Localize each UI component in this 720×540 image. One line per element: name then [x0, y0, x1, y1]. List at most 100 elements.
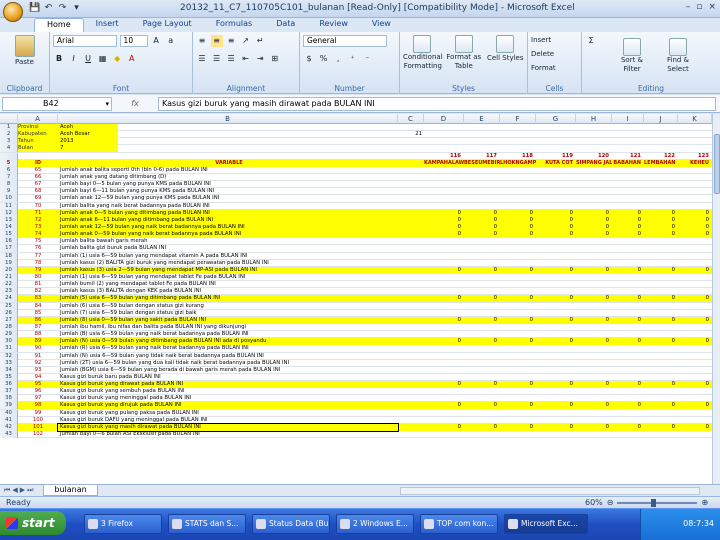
font-name-combo[interactable]: Arial [53, 35, 117, 47]
row-value[interactable] [576, 353, 612, 360]
row-variable[interactable]: Kasus gizi buruk yang pulang paksa pada … [58, 410, 398, 417]
row-value[interactable] [678, 310, 712, 317]
task-windows-explorer[interactable]: 2 Windows E... [336, 514, 414, 534]
row-number[interactable]: 28 [0, 323, 18, 331]
row-id[interactable]: 81 [18, 281, 58, 288]
info-label[interactable]: Tahun [18, 138, 58, 146]
row-value[interactable] [536, 181, 576, 188]
row-value[interactable] [576, 203, 612, 210]
row-variable[interactable]: Jumlah (1) usia 6—59 bulan yang mendapat… [58, 253, 398, 260]
row-c-cell[interactable] [398, 281, 424, 288]
row-number[interactable]: 27 [0, 316, 18, 324]
row-value[interactable] [424, 245, 464, 252]
row-id[interactable]: 102 [18, 431, 58, 438]
row-c-cell[interactable] [398, 360, 424, 367]
row-value[interactable] [424, 310, 464, 317]
row-value[interactable] [500, 188, 536, 195]
row-value[interactable] [644, 417, 678, 424]
row-number[interactable]: 39 [0, 402, 18, 410]
row-variable[interactable]: Jumlah (6) usia 6—59 bulan dengan status… [58, 303, 398, 310]
row-variable[interactable]: Jumlah (1) usia 6—59 bulan yang mendapat… [58, 274, 398, 281]
row-value[interactable] [500, 260, 536, 267]
row-number[interactable]: 3 [0, 138, 18, 146]
row-number[interactable]: 43 [0, 431, 18, 439]
row-value[interactable]: 0 [612, 266, 644, 274]
row-variable[interactable]: Jumlah (N) usia 6—59 bulan yang tidak na… [58, 353, 398, 360]
row-c-cell[interactable] [398, 181, 424, 188]
header-column[interactable]: LEMBAHAN [644, 159, 678, 167]
row-value[interactable] [500, 410, 536, 417]
row-value[interactable] [612, 410, 644, 417]
row-value[interactable] [424, 374, 464, 381]
row-number[interactable]: 32 [0, 352, 18, 360]
row-c-cell[interactable] [398, 417, 424, 424]
row-value[interactable]: 0 [576, 223, 612, 231]
row-value[interactable]: 0 [500, 423, 536, 431]
row-value[interactable] [644, 260, 678, 267]
row-value[interactable] [678, 253, 712, 260]
row-value[interactable] [612, 353, 644, 360]
row-value[interactable]: 0 [612, 209, 644, 217]
align-left-icon[interactable]: ☰ [196, 53, 208, 65]
column-header-f[interactable]: F [500, 114, 536, 124]
tab-data[interactable]: Data [264, 18, 307, 32]
row-id[interactable]: 79 [18, 266, 58, 274]
row-value[interactable]: 0 [500, 381, 536, 389]
info-label[interactable]: Provinsi [18, 124, 58, 131]
row-value[interactable] [536, 174, 576, 181]
row-id[interactable]: 98 [18, 402, 58, 410]
row-id[interactable]: 95 [18, 381, 58, 389]
row-id[interactable]: 77 [18, 253, 58, 260]
row-value[interactable] [644, 195, 678, 202]
row-variable[interactable]: Jumlah anak 0—5 bulan yang ditimbang pad… [58, 209, 398, 217]
row-c-cell[interactable] [398, 388, 424, 395]
row-value[interactable]: 0 [576, 231, 612, 239]
row-value[interactable] [464, 174, 500, 181]
header-column[interactable]: BESEUMEBIRANG [464, 159, 500, 167]
row-value[interactable]: 0 [678, 231, 712, 239]
row-value[interactable]: 0 [644, 231, 678, 239]
zoom-slider-thumb[interactable] [651, 498, 657, 507]
header-id[interactable]: ID [18, 159, 58, 167]
row-number[interactable]: 17 [0, 245, 18, 253]
row-variable[interactable]: Jumlah anak yang datang ditimbang (D) [58, 174, 398, 181]
row-value[interactable] [678, 395, 712, 402]
conditional-formatting-button[interactable]: Conditional Formatting [403, 35, 443, 91]
customize-qat-icon[interactable]: ▾ [71, 3, 82, 14]
row-value[interactable]: 0 [678, 423, 712, 431]
row-id[interactable]: 82 [18, 288, 58, 295]
row-value[interactable] [576, 303, 612, 310]
row-value[interactable] [536, 288, 576, 295]
row-value[interactable] [612, 310, 644, 317]
row-number[interactable] [0, 152, 18, 160]
row-c-cell[interactable] [398, 174, 424, 181]
row-value[interactable]: 0 [576, 338, 612, 346]
row-value[interactable] [612, 181, 644, 188]
row-c-cell[interactable] [398, 288, 424, 295]
row-number[interactable]: 20 [0, 266, 18, 274]
row-value[interactable] [644, 388, 678, 395]
column-code[interactable]: 118 [500, 153, 536, 160]
row-number[interactable]: 9 [0, 188, 18, 196]
row-value[interactable] [424, 395, 464, 402]
row-value[interactable]: 0 [612, 231, 644, 239]
row-value[interactable] [536, 245, 576, 252]
row-value[interactable] [644, 395, 678, 402]
row-variable[interactable]: Kasus gizi buruk yang masih dirawat pada… [57, 422, 399, 432]
row-c-cell[interactable] [398, 188, 424, 195]
row-variable[interactable]: Jumlah (N) usia 0—59 bulan yang ditimban… [58, 338, 398, 346]
row-value[interactable] [644, 245, 678, 252]
row-value[interactable] [576, 360, 612, 367]
row-value[interactable] [464, 238, 500, 245]
row-id[interactable]: 100 [18, 417, 58, 424]
row-value[interactable] [500, 431, 536, 438]
column-code[interactable]: 117 [464, 153, 500, 160]
row-value[interactable]: 0 [612, 338, 644, 346]
row-value[interactable]: 0 [678, 223, 712, 231]
comma-icon[interactable]: , [332, 53, 344, 65]
row-value[interactable]: 0 [644, 423, 678, 431]
row-value[interactable]: 0 [500, 216, 536, 224]
row-value[interactable]: 0 [576, 295, 612, 303]
row-id[interactable]: 76 [18, 245, 58, 252]
row-c-cell[interactable] [398, 245, 424, 252]
